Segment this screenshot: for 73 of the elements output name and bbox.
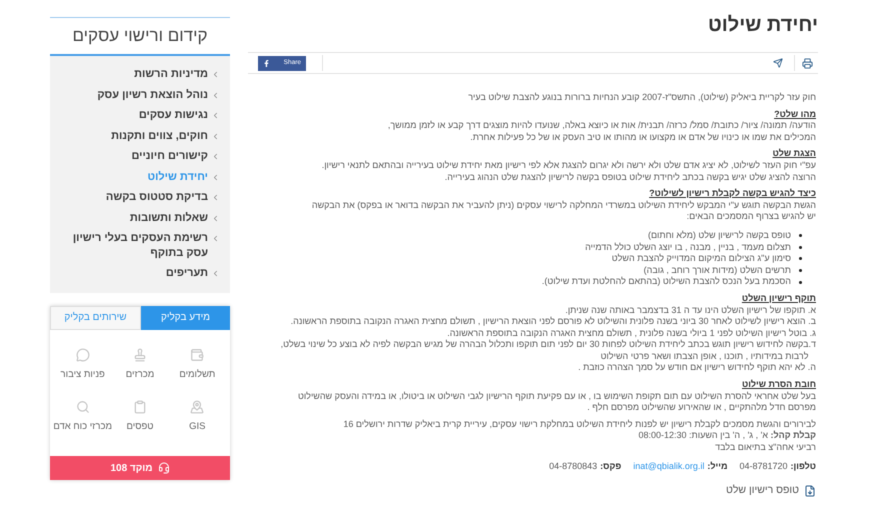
body-text: ד.בקשה לחידוש רישיון תוגש בכתב ליחידת השילוט לפחות 30 יום לפני תום תוקפו ותכלול הבהרה של מגיש הבקשה לפיה לא בוצע כל שינוי בשלט, xyxy=(280,339,816,351)
hotline-button[interactable]: מוקד 108 xyxy=(50,456,230,480)
sidebar-item[interactable]: נגישות עסקים xyxy=(60,105,220,126)
info-text: לבירורים והגשת מסמכים לקבלת רישיון יש לפנות ליחידת השילוט במחלקת רישוי עסקים, עיריית קרית ביאליק שדרות ירושלים 16 xyxy=(343,418,816,430)
chevron-icon xyxy=(211,214,220,222)
search-icon xyxy=(76,400,90,414)
body-text: מפרסם חדל מלהתקיים , או שהאירוע שהשילוט מפרסם חלף . xyxy=(587,402,816,414)
section-heading: הצגת שלט xyxy=(772,148,816,160)
info-text: קבלת קהל: א' , ג' , ה' בין השעות: 08:00-12:30 xyxy=(638,430,816,442)
section-heading: מהו שלט? xyxy=(774,108,816,120)
intro-text: חוק עזר לקריית ביאליק (שילוט), התשס"ז-2007 קובע הנחיות ברורות בנוגע להצבת שילוט בעיר xyxy=(468,92,816,104)
sidebar-item[interactable]: תעריפים xyxy=(60,263,220,284)
body-text: בעל שלט אחראי להסרת השילוט עם תום תקופת השימוש בו , או עם פקיעת תוקף הרישיון לגבי השילוט או ביטולו, או במידה והעסק שהשילוט xyxy=(298,390,816,402)
sidebar-item[interactable]: קישורים חיוניים xyxy=(60,146,220,166)
section-heading: תוקף רישיון השלט xyxy=(742,292,816,304)
stamp-icon xyxy=(133,348,148,362)
body-text: הרוצה להציג שלט יגיש בקשה בכתב ליחידת שילוט בטופס בקשה לרישיון להצגת שלט הנהוג בעירייה. xyxy=(444,172,816,184)
contact-label: מייל: xyxy=(707,460,728,473)
chevron-icon xyxy=(211,132,220,140)
clipboard-icon xyxy=(133,400,148,414)
form-download-link[interactable]: טופס רישיון שלט xyxy=(726,483,816,499)
chevron-icon xyxy=(211,70,220,79)
contact-label: פקס: xyxy=(600,460,622,473)
contact-value: 04-8780843 xyxy=(549,460,598,473)
map-pin-icon xyxy=(190,400,204,414)
body-text: הגשת הבקשה תוגש ע"י המבקש ליחידת השילוט במשרדי המחלקה לרישוי עסקים (ניתן להעביר את הבקשה בדואר או בפקס) את הבקשה xyxy=(312,200,816,212)
bullet-text: הסכמת בעל הנכס להצבת השילוט (בהתאם להחלטת ועדת שילוט). xyxy=(542,276,791,288)
body-text: המכילים את שמו או כינויו של אדם או מקצועו או מהותו או טיב העסק או של כל פעילות אחרת. xyxy=(470,132,816,144)
sidebar-item[interactable]: נוהל הוצאת רשיון עסק xyxy=(60,84,220,105)
chevron-icon xyxy=(211,193,220,202)
chevron-icon xyxy=(211,90,220,100)
quick-link[interactable]: פניות ציבור xyxy=(54,348,112,382)
quick-link[interactable]: מכרזים xyxy=(111,348,169,382)
contact-label: טלפון: xyxy=(790,460,816,473)
body-text: לרבות במידותיו , תוכנו , אופן הצבתו ושאר פרטי השילוט xyxy=(600,350,810,362)
contact-value: 04-8781720 xyxy=(740,460,788,473)
chevron-icon xyxy=(211,152,220,161)
bullet-text: תרשים השלט (מידות אורך רוחב , גובה) xyxy=(644,264,791,276)
body-text: הודעה/ תמונה/ ציור/ כתובת/ סמל/ כרזה/ תבנית/ אות או כיוצא באלה, שנועדו להיות מוצגים דרך קבע או לזמן ממושך, xyxy=(388,120,816,132)
sidebar-item[interactable]: בדיקת סטטוס בקשה xyxy=(60,187,220,208)
bullet-text: טופס בקשה לרישיון שלט (מלא וחתום) xyxy=(648,230,791,242)
bullet-text: סימון ע"ג הצילום המיקום המדוייק להצבת השלט xyxy=(612,253,791,265)
wallet-icon xyxy=(190,348,204,362)
chevron-icon xyxy=(211,234,220,243)
sidebar-item[interactable]: רשימת העסקים בעלי רישיון עסק בתוקף xyxy=(60,228,220,263)
info-text: רביעי אחה"צ בתיאום בלבד xyxy=(715,442,816,454)
body-text: יש להגיש בצרוף המסמכים הבאים: xyxy=(686,211,816,223)
body-text: ג. בוטל רישיון השילוט לפני 1 ביולי בשנה פלונית , תשולם מחצית האגרה הנקובה בתוספת הראשונה. xyxy=(447,328,816,340)
body-text: ה. לא יהא תוקף לחידוש רישיון אם חודש על סמך הצהרה כוזבת . xyxy=(578,362,816,374)
quick-link[interactable]: טפסים xyxy=(111,400,169,434)
sidebar-item[interactable]: שאלות ותשובות xyxy=(60,208,220,228)
chat-icon xyxy=(76,348,90,362)
page-title: יחידת שילוט xyxy=(708,13,818,38)
quick-link[interactable]: GIS xyxy=(168,400,226,434)
quick-link[interactable]: תשלומים xyxy=(168,348,226,382)
body-text: עפ"י חוק העזר לשילוט, לא יציג אדם שלט ולא ירשה ולא יגרום להצגת אלא לפי רישיון מאת יחידת שילוט בעירייה ובהתאם לתנאי רישיון. xyxy=(322,160,816,172)
section-heading: חובת הסרת שילוט xyxy=(742,379,816,391)
sidebar-item[interactable]: מדיניות הרשות xyxy=(60,64,220,84)
section-heading: כיצד להגיש בקשה לקבלת רישיון לשילוט? xyxy=(649,188,816,200)
sidebar-title: קידום ורישוי עסקים xyxy=(72,26,208,45)
facebook-icon xyxy=(263,60,270,66)
chevron-icon xyxy=(211,111,220,120)
bullet-text: תצלום מעמד , בניין , מבנה , בו יוצג השלט כולל הדמייה xyxy=(585,242,791,254)
body-text: א. תוקפו של רישיון השלט הינו עד ה 31 בדצמבר באותה שנה שניתן. xyxy=(565,304,816,316)
chevron-icon xyxy=(211,269,220,278)
headset-icon xyxy=(158,462,170,474)
download-icon xyxy=(804,485,816,497)
print-icon xyxy=(802,58,813,68)
sidebar-item[interactable]: חוקים, צווים ותקנות xyxy=(60,126,220,146)
paper-plane-icon xyxy=(773,58,783,68)
quick-link[interactable]: מכרזי כוח אדם xyxy=(54,400,112,434)
body-text: ב. הוצא רישיון לשילוט לאחר 30 ביוני בשנה פלונית והשילוט לא פורסם לפני הוצאת הרישיון , תשולם מחצית האגרה הנקובה בתוספת הראשונה. xyxy=(290,316,816,328)
chevron-icon xyxy=(211,172,220,182)
